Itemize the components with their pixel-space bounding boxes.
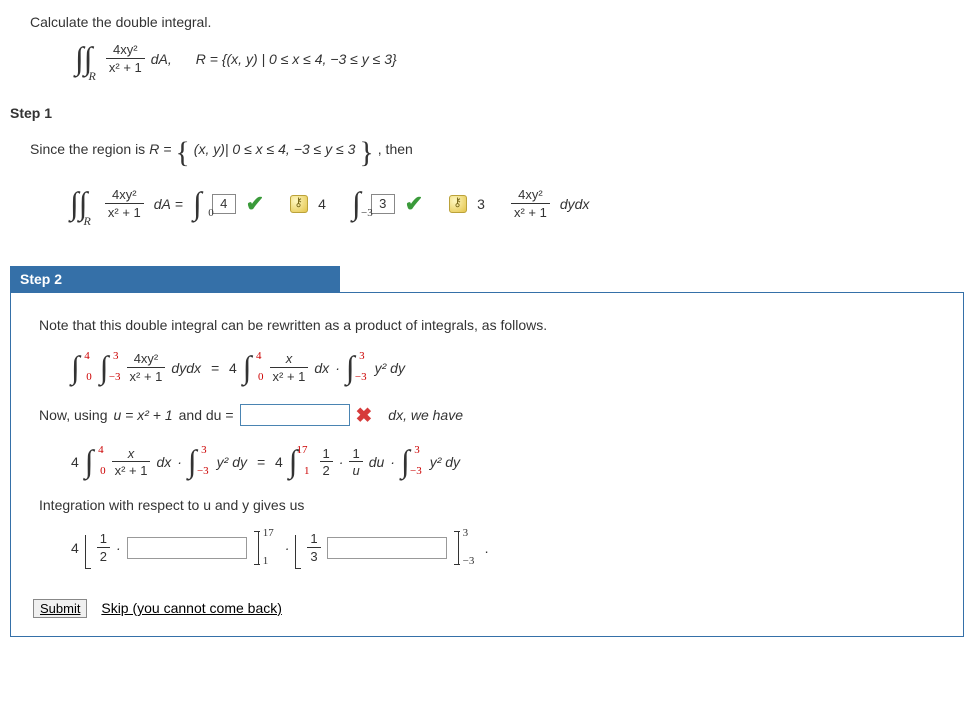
skip-link[interactable]: Skip (you cannot come back) [101,600,282,616]
step2-line3: Integration with respect to u and y give… [31,491,943,525]
step2-panel: Note that this double integral can be re… [10,292,964,636]
submit-button[interactable]: Submit [33,599,87,618]
inner-integral: ∫ −3 [352,191,361,217]
region-definition: R = {(x, y) | 0 ≤ x ≤ 4, −3 ≤ y ≤ 3} [196,51,397,67]
integrand-fraction: 4xy² x² + 1 [106,42,145,75]
check-icon: ✔ [405,191,423,217]
step1-sentence: Since the region is R = { (x, y)| 0 ≤ x … [10,127,980,167]
answer-box-outer-upper[interactable]: 4 [212,194,236,214]
step2-line2: Now, using u = x² + 1 and du = ✖ dx, we … [31,397,943,440]
left-bracket-icon [85,535,91,569]
question-integral: ∫∫R 4xy² x² + 1 dA, R = {(x, y) | 0 ≤ x … [10,34,980,83]
action-row: Submit Skip (you cannot come back) [31,577,943,618]
key-value: 3 [477,196,485,212]
dydx-label: dydx [560,196,590,212]
left-bracket-icon [295,535,301,569]
key-icon[interactable] [290,195,308,213]
step1-equation: ∫∫R 4xy² x² + 1 dA = ∫ 0 4 ✔ 4 ∫ −3 3 ✔ … [10,167,980,250]
answer-box-inner-upper[interactable]: 3 [371,194,395,214]
key-value: 4 [318,196,326,212]
double-integral-symbol: ∫∫R [70,191,95,217]
answer-box-du[interactable] [240,404,350,426]
answer-box-y3[interactable] [327,537,447,559]
check-icon: ✔ [246,191,264,217]
eval-bracket-icon: 17 1 [253,531,259,565]
step1-title: Step 1 [10,83,980,127]
step2-eq3: 4 12 · 17 1 · 13 3 −3 . [31,525,943,577]
double-integral-symbol: ∫∫R [75,46,100,72]
integrand-fraction: 4xy² x² + 1 [105,187,144,220]
question-prompt: Calculate the double integral. [10,10,980,34]
eval-bracket-icon: 3 −3 [453,531,459,565]
outer-integral: ∫ 0 [193,191,202,217]
step2-line1: Note that this double integral can be re… [31,311,943,345]
d-a-label: dA, [151,51,172,67]
step2-eq1: ∫40 ∫3−3 4xy²x² + 1 dydx = 4 ∫40 xx² + 1… [31,345,943,396]
step2-tab: Step 2 [10,266,340,292]
answer-box-lnu[interactable] [127,537,247,559]
integrand-fraction: 4xy² x² + 1 [511,187,550,220]
step2-eq2: 4 ∫40 xx² + 1 dx · ∫3−3 y² dy = 4 ∫171 1… [31,440,943,491]
key-icon[interactable] [449,195,467,213]
x-icon: ✖ [356,403,373,428]
